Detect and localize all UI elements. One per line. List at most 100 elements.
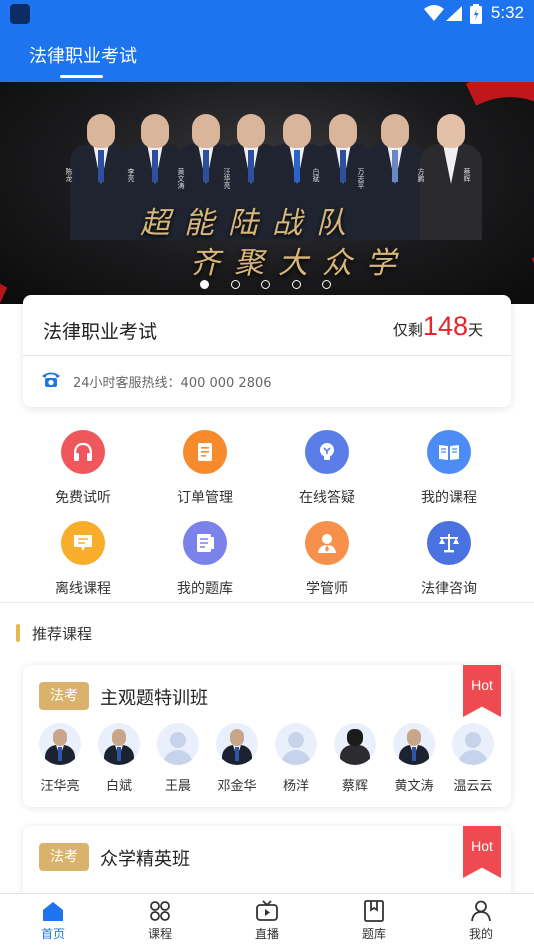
quick-item-label: 免费试听: [55, 490, 111, 506]
teacher-avatar: [39, 723, 81, 765]
app-notification-icon: [10, 4, 30, 24]
section-title-text: 推荐课程: [32, 625, 93, 643]
headphones-icon: [61, 430, 105, 474]
nav-label: 课程: [147, 927, 172, 941]
bottom-navigation: 首页 课程 直播 题库 我的: [0, 893, 534, 950]
quick-item-label: 在线答疑: [299, 490, 355, 506]
teacher-avatar-placeholder: [452, 723, 494, 765]
question-bank-book-icon: [364, 900, 384, 922]
profile-icon: [471, 900, 491, 922]
nav-live[interactable]: 直播: [227, 900, 307, 942]
course-name: 主观题特训班: [100, 688, 208, 709]
carousel-dot[interactable]: [231, 280, 240, 289]
carousel-dot[interactable]: [261, 280, 270, 289]
nav-label: 我的: [468, 927, 493, 941]
banner-slogan-line2: 齐聚大众学: [190, 246, 410, 281]
quick-item-label: 法律咨询: [421, 581, 477, 597]
quick-online-qa[interactable]: 在线答疑: [267, 430, 387, 507]
nav-home[interactable]: 首页: [13, 900, 93, 942]
live-tv-icon: [256, 900, 278, 921]
scales-icon: [427, 521, 471, 565]
order-document-icon: [183, 430, 227, 474]
section-divider: [0, 602, 534, 603]
teacher-avatar: [393, 723, 435, 765]
nav-profile[interactable]: 我的: [441, 900, 521, 942]
banner-person: [70, 114, 132, 240]
teacher-name: 黄文涛: [394, 779, 434, 794]
teacher-list: 汪华亮 白斌 王晨 邓金华 杨洋 蔡辉 黄文涛 温云云: [31, 723, 511, 794]
teacher-item[interactable]: 白斌: [90, 723, 148, 794]
promo-banner[interactable]: 陈龙 李亮 黄文涛 汪华亮 白斌 万志平 方鹏 蔡辉 超能陆战队 齐聚大众学: [0, 82, 534, 304]
app-screen: 5:32 法律职业考试 陈龙 李亮 黄文涛 汪华亮 白斌 万志平 方鹏 蔡辉 超…: [0, 0, 534, 950]
teacher-name: 汪华亮: [40, 779, 80, 794]
banner-name: 白斌: [312, 168, 320, 182]
teacher-item[interactable]: 黄文涛: [385, 723, 443, 794]
banner-person: [420, 114, 482, 240]
section-accent-bar: [16, 624, 20, 642]
card-divider: [23, 355, 511, 356]
teacher-avatar-placeholder: [275, 723, 317, 765]
lightbulb-icon: [305, 430, 349, 474]
teacher-avatar: [216, 723, 258, 765]
quick-item-label: 离线课程: [55, 581, 111, 597]
wifi-icon: [424, 5, 444, 21]
exam-countdown-card: 法律职业考试 仅剩148天 24小时客服热线：400 000 2806: [23, 295, 511, 407]
quick-my-courses[interactable]: 我的课程: [389, 430, 509, 507]
home-icon: [43, 902, 63, 921]
teacher-item[interactable]: 蔡辉: [326, 723, 384, 794]
question-bank-icon: [183, 521, 227, 565]
nav-label: 题库: [361, 927, 386, 941]
days-suffix: 天: [467, 321, 483, 339]
hotline-text[interactable]: 24小时客服热线：400 000 2806: [73, 372, 272, 391]
tutor-person-icon: [305, 521, 349, 565]
days-value: 148: [422, 311, 468, 341]
carousel-dot[interactable]: [322, 280, 331, 289]
status-bar: 5:32: [0, 0, 534, 28]
quick-item-label: 我的课程: [421, 490, 477, 506]
quick-legal-consult[interactable]: 法律咨询: [389, 521, 509, 598]
teacher-name: 白斌: [105, 779, 132, 794]
tab-law-exam[interactable]: 法律职业考试: [29, 42, 137, 68]
banner-name: 方鹏: [417, 168, 425, 182]
nav-question-bank[interactable]: 题库: [334, 900, 414, 942]
banner-name: 蔡辉: [463, 168, 471, 182]
teacher-item[interactable]: 杨洋: [267, 723, 325, 794]
quick-question-bank[interactable]: 我的题库: [145, 521, 265, 598]
course-tag: 法考: [39, 843, 89, 871]
signal-icon: [446, 6, 462, 21]
teacher-item[interactable]: 汪华亮: [31, 723, 89, 794]
banner-name: 陈龙: [65, 168, 73, 182]
course-tag: 法考: [39, 682, 89, 710]
teacher-name: 杨洋: [282, 779, 309, 794]
carousel-dot[interactable]: [292, 280, 301, 289]
teacher-name: 蔡辉: [341, 779, 368, 794]
tab-active-indicator: [60, 75, 103, 78]
course-grid-icon: [150, 901, 170, 921]
teacher-item[interactable]: 王晨: [149, 723, 207, 794]
course-name: 众学精英班: [100, 849, 190, 870]
exam-title: 法律职业考试: [43, 321, 158, 343]
nav-courses[interactable]: 课程: [120, 900, 200, 942]
hot-badge: Hot: [463, 665, 501, 717]
teacher-item[interactable]: 邓金华: [208, 723, 266, 794]
banner-name: 汪华亮: [223, 168, 231, 189]
quick-order-management[interactable]: 订单管理: [145, 430, 265, 507]
quick-item-label: 我的题库: [177, 581, 233, 597]
carousel-dot[interactable]: [200, 280, 209, 289]
quick-tutor[interactable]: 学管师: [267, 521, 387, 598]
banner-name: 万志平: [357, 168, 365, 189]
quick-item-label: 订单管理: [177, 490, 233, 506]
banner-name: 李亮: [127, 168, 135, 182]
quick-free-trial[interactable]: 免费试听: [23, 430, 143, 507]
course-card[interactable]: 法考 主观题特训班 Hot 汪华亮 白斌 王晨 邓金华 杨洋 蔡辉 黄文涛 温云…: [23, 665, 511, 807]
open-book-icon: [427, 430, 471, 474]
telephone-icon: [42, 372, 60, 387]
days-remaining: 仅剩148天: [393, 311, 483, 342]
app-header: 法律职业考试: [0, 28, 534, 82]
quick-offline-courses[interactable]: 离线课程: [23, 521, 143, 598]
teacher-item[interactable]: 温云云: [444, 723, 502, 794]
offline-chat-icon: [61, 521, 105, 565]
quick-item-label: 学管师: [306, 581, 348, 597]
teacher-name: 温云云: [453, 779, 493, 794]
nav-label: 首页: [40, 927, 65, 941]
